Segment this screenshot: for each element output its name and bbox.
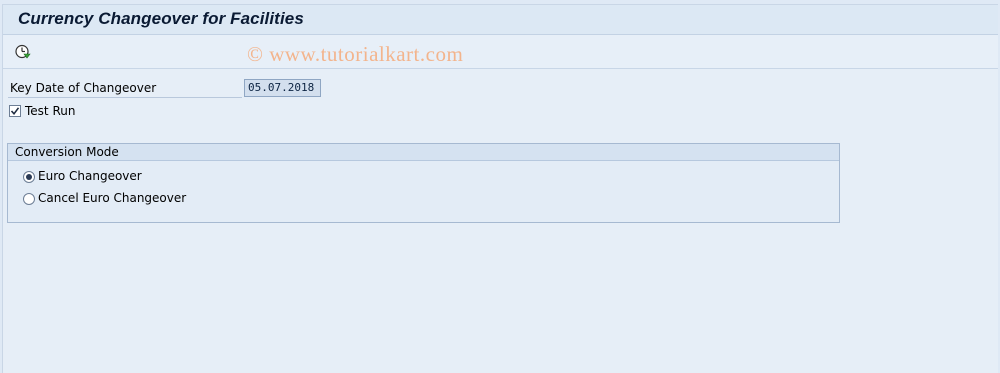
title-bar: Currency Changeover for Facilities — [3, 5, 998, 35]
page-title: Currency Changeover for Facilities — [18, 9, 304, 28]
test-run-label: Test Run — [25, 104, 76, 118]
euro-changeover-radio[interactable] — [23, 171, 35, 183]
conversion-mode-group: Conversion Mode Euro Changeover Cancel E… — [7, 143, 840, 223]
radio-selected-dot — [26, 174, 32, 180]
test-run-checkbox[interactable] — [9, 105, 21, 117]
label-underline — [8, 97, 242, 98]
application-toolbar: © www.tutorialkart.com — [3, 35, 998, 69]
checkmark-icon — [10, 107, 20, 116]
cancel-euro-changeover-radio[interactable] — [23, 193, 35, 205]
key-date-input[interactable]: 05.07.2018 — [244, 79, 321, 97]
group-title: Conversion Mode — [15, 145, 119, 159]
watermark-text: © www.tutorialkart.com — [247, 42, 464, 66]
cancel-euro-changeover-label: Cancel Euro Changeover — [38, 191, 187, 205]
execute-clock-icon[interactable] — [15, 44, 31, 60]
euro-changeover-label: Euro Changeover — [38, 169, 142, 183]
key-date-label: Key Date of Changeover — [10, 81, 157, 95]
group-header: Conversion Mode — [8, 144, 839, 161]
screen: Currency Changeover for Facilities © www… — [2, 4, 998, 373]
